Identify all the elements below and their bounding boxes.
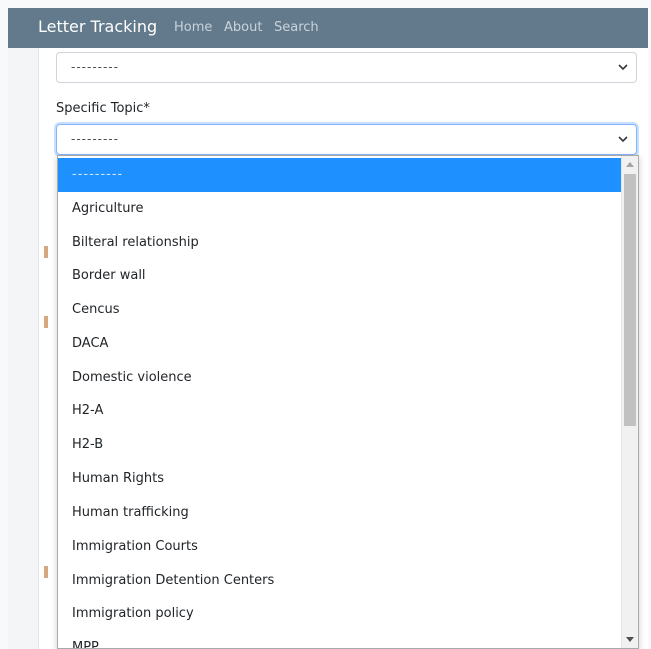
dropdown-option[interactable]: Immigration policy xyxy=(58,597,621,631)
dropdown-option[interactable]: MPP xyxy=(58,631,621,648)
brand-link[interactable]: Letter Tracking xyxy=(38,17,157,36)
nav-about-link[interactable]: About xyxy=(224,20,262,35)
dropdown-option[interactable]: Immigration Courts xyxy=(58,530,621,564)
dropdown-option[interactable]: H2-A xyxy=(58,394,621,428)
dropdown-option[interactable]: Human Rights xyxy=(58,462,621,496)
dropdown-option[interactable]: Domestic violence xyxy=(58,361,621,395)
navbar: Letter Tracking Home About Search xyxy=(8,8,648,48)
specific-topic-label: Specific Topic* xyxy=(56,101,150,116)
specific-topic-select-value: --------- xyxy=(71,132,119,146)
topic-select-value: --------- xyxy=(71,60,119,74)
dropdown-option[interactable]: Agriculture xyxy=(58,192,621,226)
nav-home-link[interactable]: Home xyxy=(174,20,212,35)
dropdown-option[interactable]: Border wall xyxy=(58,259,621,293)
dropdown-option[interactable]: Cencus xyxy=(58,293,621,327)
nav-search-link[interactable]: Search xyxy=(274,20,319,35)
hidden-field-marker xyxy=(44,566,48,578)
left-gutter xyxy=(8,48,39,649)
hidden-field-marker xyxy=(44,246,48,258)
scroll-up-arrow-icon[interactable] xyxy=(626,162,634,167)
dropdown-option[interactable]: Human trafficking xyxy=(58,496,621,530)
dropdown-option[interactable]: Bilteral relationship xyxy=(58,226,621,260)
scroll-down-arrow-icon[interactable] xyxy=(626,637,634,642)
dropdown-scrollbar[interactable] xyxy=(621,156,638,648)
hidden-field-marker xyxy=(44,316,48,328)
dropdown-option[interactable]: H2-B xyxy=(58,428,621,462)
specific-topic-select[interactable]: --------- xyxy=(56,124,637,155)
chevron-down-icon xyxy=(618,64,628,71)
dropdown-option[interactable]: Immigration Detention Centers xyxy=(58,564,621,598)
specific-topic-dropdown-list[interactable]: --------- Agriculture Bilteral relations… xyxy=(57,155,639,649)
dropdown-option[interactable]: DACA xyxy=(58,327,621,361)
chevron-down-icon xyxy=(618,136,628,143)
scrollbar-thumb[interactable] xyxy=(624,174,636,426)
topic-select[interactable]: --------- xyxy=(56,52,637,83)
dropdown-option[interactable]: --------- xyxy=(58,158,621,192)
